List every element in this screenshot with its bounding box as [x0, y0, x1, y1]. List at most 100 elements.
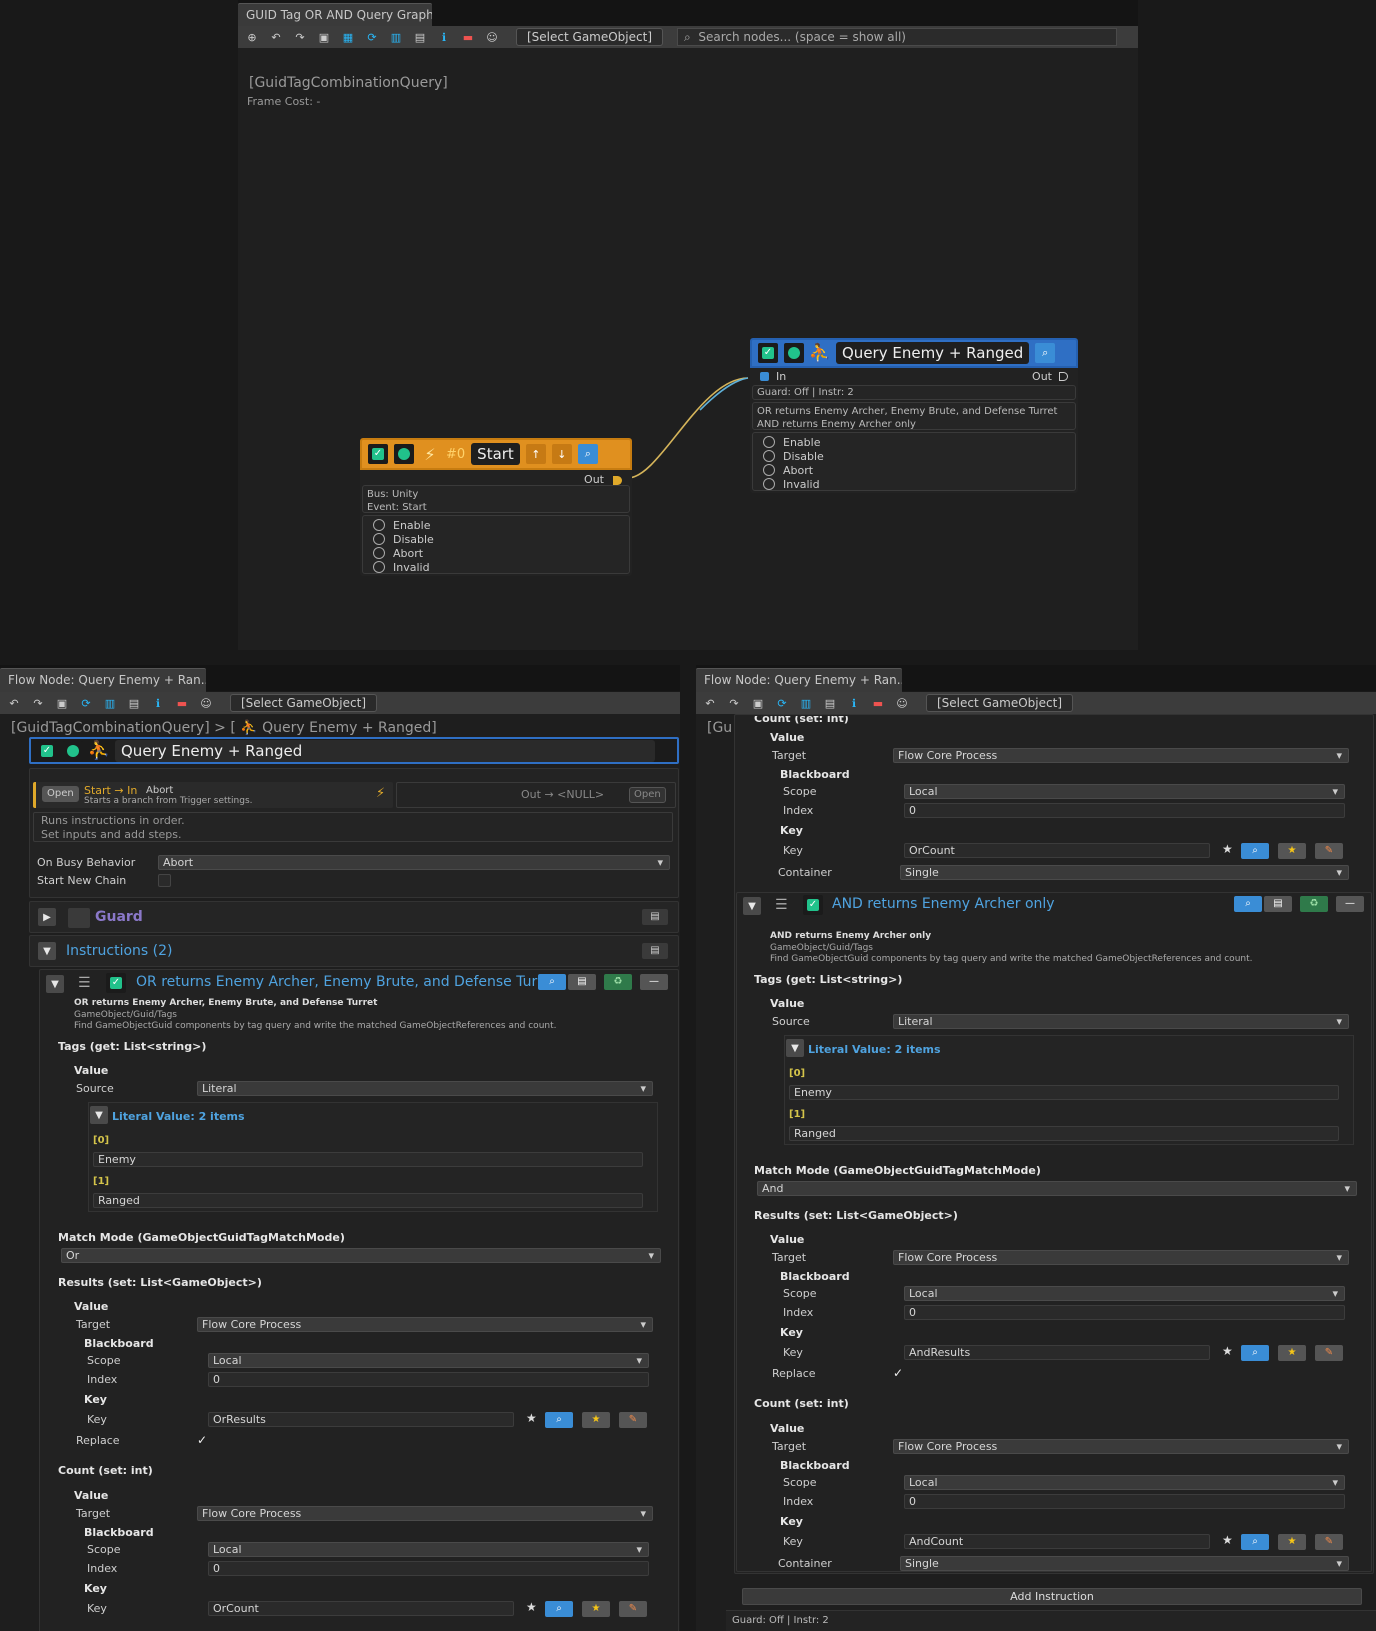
avatar-icon[interactable]: ☺ [892, 694, 912, 712]
star-icon[interactable]: ★ [582, 1601, 610, 1617]
query-out-port[interactable] [1059, 372, 1068, 381]
count-target-dropdown[interactable]: Flow Core Process [893, 1439, 1349, 1454]
info-icon[interactable]: ℹ [844, 694, 864, 712]
breadcrumb-root[interactable]: [GuidTagCombinationQuery] [11, 720, 210, 736]
query-node-header[interactable]: ✓ ⛹ Query Enemy + Ranged ⌕ [750, 338, 1078, 368]
guard-doc-icon[interactable]: ▤ [642, 909, 668, 925]
results-scope-dropdown[interactable]: Local [904, 1286, 1345, 1301]
pencil-icon[interactable]: ✎ [1315, 1345, 1343, 1361]
literal-expand-icon[interactable]: ▼ [90, 1106, 108, 1124]
query-node[interactable]: ✓ ⛹ Query Enemy + Ranged ⌕ In Out Guard:… [750, 338, 1078, 493]
source-dropdown[interactable]: Literal [197, 1081, 653, 1096]
count-key-field[interactable]: AndCount [904, 1534, 1210, 1549]
magnify-icon[interactable]: ⌕ [538, 974, 566, 990]
hamburger-icon[interactable]: ☰ [78, 975, 91, 991]
magnify-icon[interactable]: ⌕ [577, 444, 598, 464]
results-target-dropdown[interactable]: Flow Core Process [893, 1250, 1349, 1265]
count-index-field[interactable]: 0 [208, 1561, 649, 1576]
results-key-field[interactable]: OrResults [208, 1412, 514, 1427]
magnify-icon[interactable]: ⌕ [545, 1601, 573, 1617]
start-enabled-checkbox[interactable]: ✓ [368, 444, 388, 464]
source-dropdown[interactable]: Literal [893, 1014, 1349, 1029]
results-replace-checkbox[interactable]: ✓ [197, 1433, 207, 1447]
instructions-doc-icon[interactable]: ▤ [642, 943, 668, 959]
star-icon[interactable]: ★ [1278, 1534, 1306, 1550]
redo-icon[interactable]: ↷ [724, 694, 744, 712]
hamburger-icon[interactable]: ☰ [775, 897, 788, 913]
query-option-invalid[interactable]: Invalid [763, 477, 1065, 491]
node-title-field[interactable]: Query Enemy + Ranged [115, 739, 655, 762]
top-target-dropdown[interactable]: Flow Core Process [893, 748, 1349, 763]
top-key-field[interactable]: OrCount [904, 843, 1210, 858]
guard-expand-icon[interactable]: ▶ [38, 908, 56, 926]
query-option-enable[interactable]: Enable [763, 435, 1065, 449]
recycle-icon[interactable]: ♻ [604, 974, 632, 990]
guard-section[interactable]: ▶ Guard ▤ [29, 901, 679, 933]
inspector-node-header[interactable]: ✓ ⛹ Query Enemy + Ranged [29, 737, 679, 764]
literal-item-1[interactable]: Ranged [93, 1193, 643, 1208]
instr-and-expand-icon[interactable]: ▼ [743, 897, 761, 915]
chart-icon[interactable]: ▥ [796, 694, 816, 712]
right-tab[interactable]: Flow Node: Query Enemy + Ran... [696, 668, 902, 692]
doc-icon[interactable]: ▤ [820, 694, 840, 712]
literal-item-1[interactable]: Ranged [789, 1126, 1339, 1141]
select-gameobject-button[interactable]: [Select GameObject] [230, 694, 378, 712]
results-replace-checkbox[interactable]: ✓ [893, 1366, 903, 1380]
start-chain-checkbox[interactable] [158, 874, 171, 887]
avatar-icon[interactable]: ☺ [196, 694, 216, 712]
magnify-icon[interactable]: ⌕ [1035, 343, 1056, 363]
results-index-field[interactable]: 0 [904, 1305, 1345, 1320]
count-target-dropdown[interactable]: Flow Core Process [197, 1506, 653, 1521]
frame-icon[interactable]: ▣ [52, 694, 72, 712]
info-icon[interactable]: ℹ [148, 694, 168, 712]
start-node[interactable]: ✓ ⚡ #0 Start ↑ ↓ ⌕ Out Bus: Unity Event:… [360, 438, 632, 576]
query-in-port[interactable] [760, 372, 769, 381]
instr-or-checkbox[interactable]: ✓ [106, 973, 126, 993]
results-index-field[interactable]: 0 [208, 1372, 649, 1387]
query-option-disable[interactable]: Disable [763, 449, 1065, 463]
start-out-port[interactable] [613, 476, 622, 485]
start-option-invalid[interactable]: Invalid [373, 560, 619, 574]
results-key-field[interactable]: AndResults [904, 1345, 1210, 1360]
pencil-icon[interactable]: ✎ [619, 1412, 647, 1428]
count-scope-dropdown[interactable]: Local [208, 1542, 649, 1557]
doc-icon[interactable]: ▤ [1264, 896, 1292, 912]
instr-and-checkbox[interactable]: ✓ [803, 895, 823, 915]
top-container-dropdown[interactable]: Single [900, 865, 1349, 880]
instr-or-expand-icon[interactable]: ▼ [46, 975, 64, 993]
pencil-icon[interactable]: ✎ [619, 1601, 647, 1617]
start-node-header[interactable]: ✓ ⚡ #0 Start ↑ ↓ ⌕ [360, 438, 632, 470]
start-status-dot[interactable] [394, 444, 414, 464]
up-arrow-icon[interactable]: ↑ [525, 444, 546, 464]
star-icon[interactable]: ★ [1278, 843, 1306, 859]
minus-icon[interactable]: — [1336, 896, 1364, 912]
literal-item-0[interactable]: Enemy [93, 1152, 643, 1167]
enabled-checkbox[interactable]: ✓ [37, 740, 57, 761]
undo-icon[interactable]: ↶ [4, 694, 24, 712]
open-left-button[interactable]: Open [42, 786, 79, 802]
down-arrow-icon[interactable]: ↓ [551, 444, 572, 464]
breadcrumb-node[interactable]: [ ⛹ Query Enemy + Ranged] [230, 720, 436, 736]
open-right-button[interactable]: Open [629, 787, 666, 803]
pencil-icon[interactable]: ✎ [1315, 843, 1343, 859]
refresh-icon[interactable]: ⟳ [772, 694, 792, 712]
star-icon[interactable]: ★ [1222, 1533, 1233, 1547]
star-icon[interactable]: ★ [1222, 1344, 1233, 1358]
star-icon[interactable]: ★ [526, 1411, 537, 1425]
magnify-icon[interactable]: ⌕ [545, 1412, 573, 1428]
match-dropdown[interactable]: Or [61, 1248, 661, 1263]
instructions-section[interactable]: ▼ Instructions (2) ▤ [29, 935, 679, 967]
count-index-field[interactable]: 0 [904, 1494, 1345, 1509]
star-icon[interactable]: ★ [582, 1412, 610, 1428]
recycle-icon[interactable]: ♻ [1300, 896, 1328, 912]
select-gameobject-button[interactable]: [Select GameObject] [926, 694, 1074, 712]
minus-icon[interactable]: — [640, 974, 668, 990]
undo-icon[interactable]: ↶ [700, 694, 720, 712]
frame-icon[interactable]: ▣ [748, 694, 768, 712]
add-instruction-button[interactable]: Add Instruction [742, 1588, 1362, 1605]
literal-expand-icon[interactable]: ▼ [786, 1039, 804, 1057]
guard-toggle[interactable] [68, 908, 90, 928]
star-icon[interactable]: ★ [1222, 842, 1233, 856]
match-dropdown[interactable]: And [757, 1181, 1357, 1196]
instructions-expand-icon[interactable]: ▼ [38, 942, 56, 960]
